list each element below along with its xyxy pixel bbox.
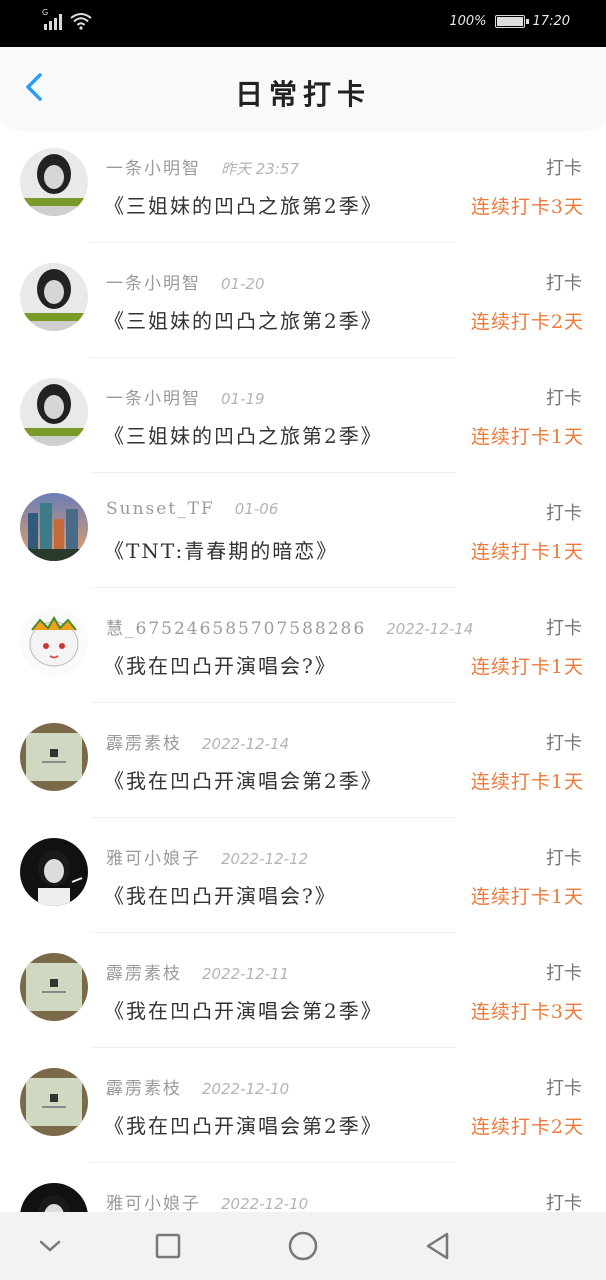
list-item[interactable]: 一条小明智 昨天 23:57 《三姐妹的凹凸之旅第2季》 打卡连续打卡3天 <box>0 128 606 243</box>
timestamp: 昨天 23:57 <box>221 160 299 178</box>
timestamp: 2022-12-11 <box>202 965 290 983</box>
list-item[interactable]: 一条小明智 01-19 《三姐妹的凹凸之旅第2季》 打卡连续打卡1天 <box>0 358 606 473</box>
checkin-label: 打卡 <box>546 848 582 869</box>
checkin-list: 一条小明智 昨天 23:57 《三姐妹的凹凸之旅第2季》 打卡 连续打卡3天 一条小明智 0… <box>0 128 606 1212</box>
header: 日常打卡 <box>0 47 606 127</box>
list-item[interactable]: 雅可小娘子 2022-12-12 《我在凹凸开演唱会?》 打卡连续打卡1天 <box>0 818 606 933</box>
timestamp: 2022-12-10 <box>221 1195 309 1212</box>
timestamp: 2022-12-14 <box>202 735 290 753</box>
streak-badge: 连续打卡1天 <box>470 541 584 563</box>
avatar[interactable] <box>20 608 88 676</box>
list-item[interactable]: 霹雳素枝 2022-12-14 《我在凹凸开演唱会第2季》 打卡连续打卡1天 <box>0 703 606 818</box>
username[interactable]: 一条小明智 <box>106 269 201 294</box>
network-type: G <box>42 8 49 17</box>
status-bar: G 100% 17:20 <box>0 0 606 47</box>
triangle-back-icon[interactable] <box>420 1228 456 1264</box>
checkin-label: 打卡 <box>546 158 582 179</box>
username[interactable]: 霹雳素枝 <box>106 729 182 754</box>
chevron-down-icon[interactable] <box>32 1228 68 1264</box>
timestamp: 2022-12-12 <box>221 850 309 868</box>
book-title[interactable]: 《三姐妹的凹凸之旅第2季》 <box>104 190 383 219</box>
streak-badge: 连续打卡3天 <box>470 1001 584 1023</box>
battery-percent: 100% <box>449 14 487 29</box>
timestamp: 01-20 <box>221 275 265 293</box>
avatar[interactable] <box>20 1183 88 1212</box>
wifi-icon <box>70 13 92 30</box>
list-item[interactable]: Sunset_TF 01-06 《TNT:青春期的暗恋》 打卡连续打卡1天 <box>0 473 606 588</box>
username[interactable]: 雅可小娘子 <box>106 1189 201 1212</box>
streak-badge: 连续打卡3天 <box>470 196 584 218</box>
streak-badge: 连续打卡1天 <box>470 426 584 448</box>
username[interactable]: 慧_675246585707588286 <box>106 614 366 639</box>
list-item[interactable]: 一条小明智 01-20 《三姐妹的凹凸之旅第2季》 打卡连续打卡2天 <box>0 243 606 358</box>
avatar[interactable] <box>20 953 88 1021</box>
avatar[interactable] <box>20 1068 88 1136</box>
signal-icon: G <box>42 8 62 30</box>
book-title[interactable]: 《三姐妹的凹凸之旅第2季》 <box>104 420 383 449</box>
timestamp: 01-06 <box>234 500 279 518</box>
book-title[interactable]: 《TNT:青春期的暗恋》 <box>104 535 338 564</box>
page-title: 日常打卡 <box>234 78 371 111</box>
streak-badge: 连续打卡2天 <box>470 1116 584 1138</box>
avatar[interactable] <box>20 493 88 561</box>
checkin-label: 打卡 <box>546 963 582 984</box>
timestamp: 2022-12-10 <box>202 1080 290 1098</box>
list-item[interactable]: 霹雳素枝 2022-12-10 《我在凹凸开演唱会第2季》 打卡连续打卡2天 <box>0 1048 606 1163</box>
username[interactable]: 雅可小娘子 <box>106 844 201 869</box>
avatar[interactable] <box>20 148 88 216</box>
book-title[interactable]: 《我在凹凸开演唱会第2季》 <box>104 765 383 794</box>
book-title[interactable]: 《我在凹凸开演唱会第2季》 <box>104 1110 383 1139</box>
streak-badge: 连续打卡1天 <box>470 656 584 678</box>
checkin-label: 打卡 <box>546 503 582 524</box>
checkin-label: 打卡 <box>546 388 582 409</box>
username[interactable]: 一条小明智 <box>106 384 201 409</box>
checkin-label: 打卡 <box>546 733 582 754</box>
avatar[interactable] <box>20 838 88 906</box>
checkin-label: 打卡 <box>546 1078 582 1099</box>
book-title[interactable]: 《三姐妹的凹凸之旅第2季》 <box>104 305 383 334</box>
book-title[interactable]: 《我在凹凸开演唱会第2季》 <box>104 995 383 1024</box>
streak-badge: 连续打卡1天 <box>470 886 584 908</box>
streak-badge: 连续打卡1天 <box>470 771 584 793</box>
list-item[interactable]: 霹雳素枝 2022-12-11 《我在凹凸开演唱会第2季》 打卡连续打卡3天 <box>0 933 606 1048</box>
avatar[interactable] <box>20 263 88 331</box>
checkin-label: 打卡 <box>546 1193 582 1212</box>
username[interactable]: 霹雳素枝 <box>106 959 182 984</box>
system-navbar <box>0 1212 606 1280</box>
square-icon[interactable] <box>150 1228 186 1264</box>
clock: 17:20 <box>532 14 570 29</box>
checkin-label: 打卡 <box>546 618 582 639</box>
username[interactable]: Sunset_TF <box>106 499 215 519</box>
list-item[interactable]: 慧_675246585707588286 2022-12-14 《我在凹凸开演唱会?… <box>0 588 606 703</box>
streak-badge: 连续打卡2天 <box>470 311 584 333</box>
avatar[interactable] <box>20 378 88 446</box>
list-item[interactable]: 雅可小娘子 2022-12-10 打卡 <box>0 1163 606 1212</box>
battery-icon <box>494 15 529 28</box>
book-title[interactable]: 《我在凹凸开演唱会?》 <box>104 650 337 679</box>
book-title[interactable]: 《我在凹凸开演唱会?》 <box>104 880 337 909</box>
username[interactable]: 霹雳素枝 <box>106 1074 182 1099</box>
username[interactable]: 一条小明智 <box>106 154 201 179</box>
avatar[interactable] <box>20 723 88 791</box>
timestamp: 01-19 <box>221 390 265 408</box>
checkin-label: 打卡 <box>546 273 582 294</box>
circle-icon[interactable] <box>285 1228 321 1264</box>
timestamp: 2022-12-14 <box>386 620 474 638</box>
